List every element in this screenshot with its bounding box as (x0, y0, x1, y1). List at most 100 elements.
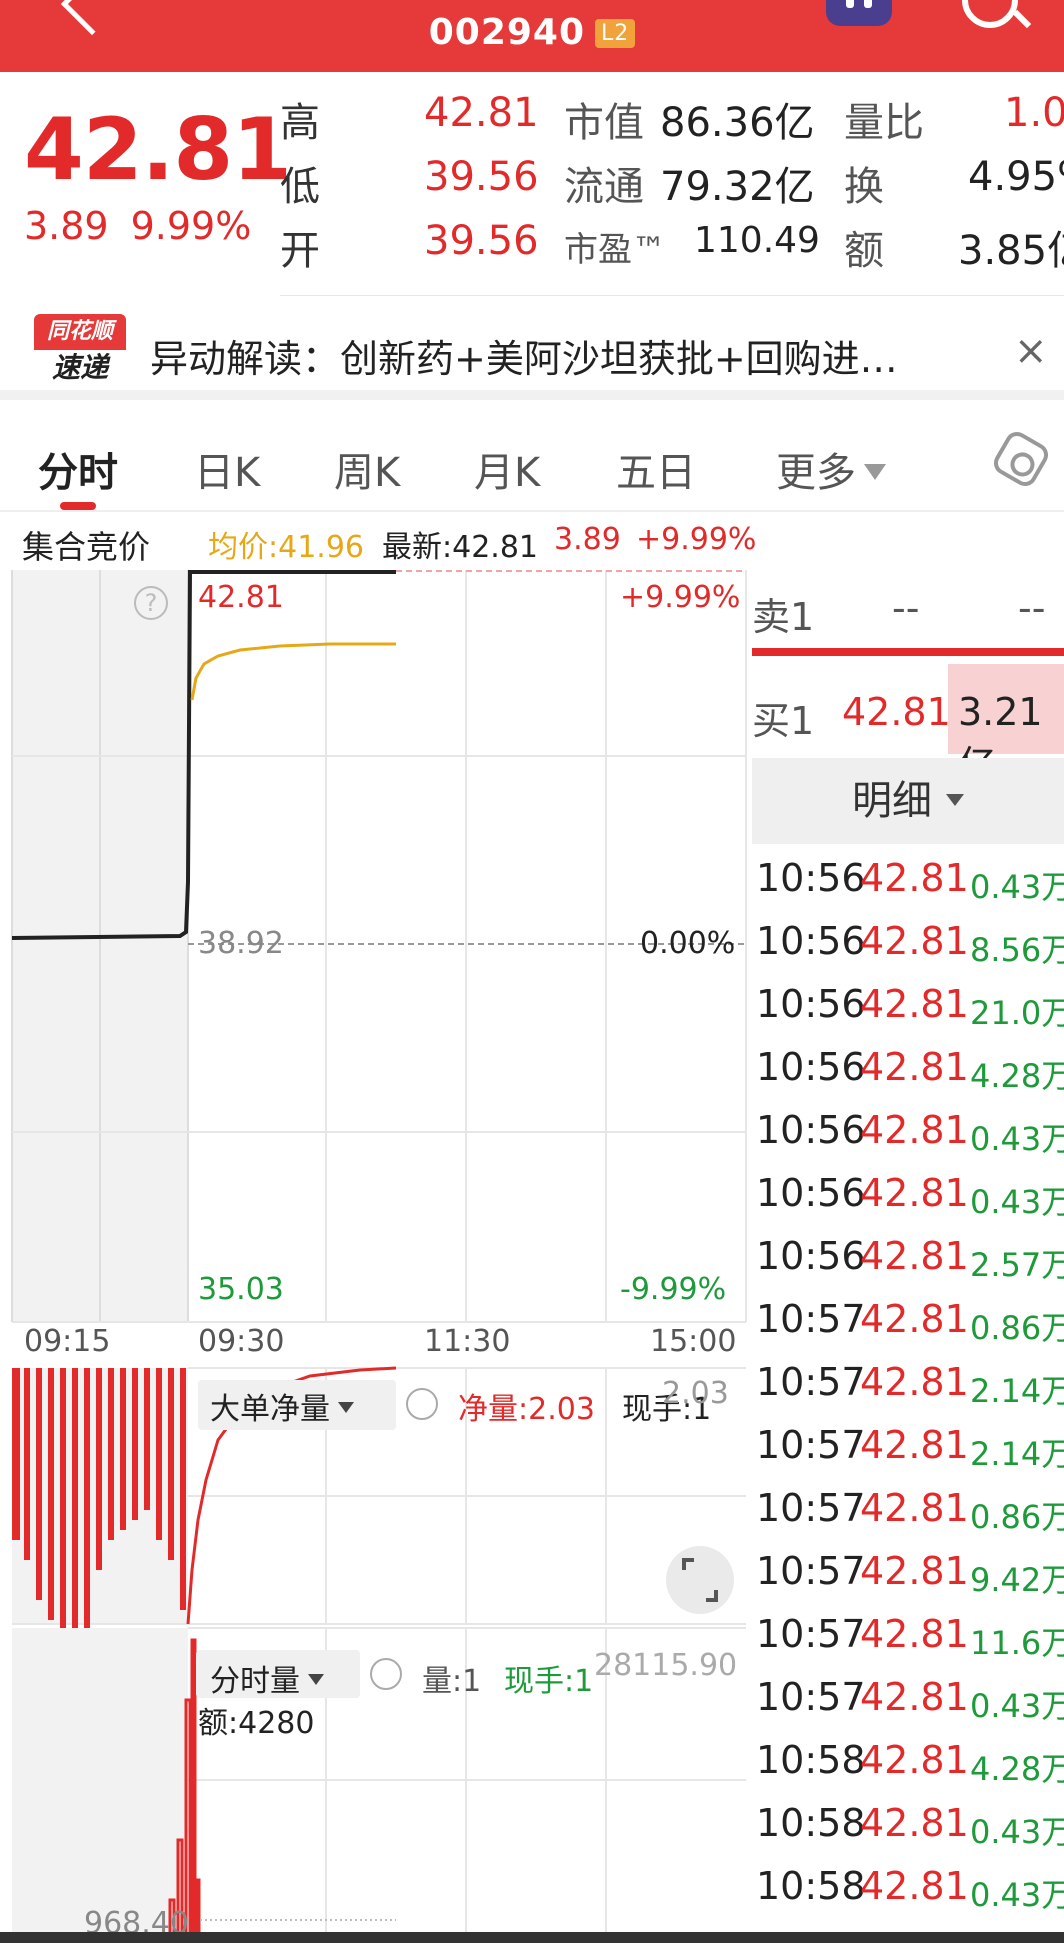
tab-daily-k[interactable]: 日K (194, 440, 260, 498)
chevron-down-icon (864, 464, 886, 480)
volume-amount: 额:4280 (198, 1706, 315, 1741)
volume-ratio-value: 1.03 (1004, 90, 1064, 136)
help-icon[interactable]: ? (134, 586, 168, 620)
intraday-chart[interactable]: 42.81 +9.99% 38.92 0.00% 35.03 -9.99% ? … (0, 560, 748, 1943)
close-icon[interactable]: × (1014, 328, 1048, 374)
help-icon (370, 1658, 402, 1690)
price-change: 3.89 9.99% (24, 204, 273, 248)
tab-more[interactable]: 更多 (776, 440, 886, 498)
auction-area-bg (12, 1628, 188, 1943)
tick-price: 42.81 (860, 1801, 969, 1845)
net-axis-value: 2.03 (662, 1376, 729, 1411)
price-grid (11, 570, 747, 1323)
tick-time: 10:57 (756, 1675, 866, 1719)
tick-price: 42.81 (860, 982, 969, 1026)
tick-price: 42.81 (860, 919, 969, 963)
system-nav-bar (0, 1932, 1064, 1943)
tick-price: 42.81 (860, 1423, 969, 1467)
top-bar: 002940 L2 (0, 0, 1064, 72)
market-cap-value: 86.36亿 (660, 100, 815, 146)
tick-time: 10:57 (756, 1612, 866, 1656)
tick-time: 10:57 (756, 1360, 866, 1404)
help-icon (406, 1388, 438, 1420)
pct-bot: -9.99% (620, 1272, 727, 1307)
volume-ratio-label: 量比 (844, 100, 924, 146)
tick-price: 42.81 (860, 1612, 969, 1656)
low-label: 低 (280, 164, 320, 210)
stock-code-title: 002940 L2 (0, 12, 1064, 53)
tick-price: 42.81 (860, 1171, 969, 1215)
open-value: 39.56 (424, 218, 539, 264)
chevron-down-icon (946, 794, 964, 806)
info-change-pct: +9.99% (636, 522, 757, 557)
sell-level-1[interactable]: 卖1 -- -- (752, 560, 1064, 656)
tick-time: 10:56 (756, 919, 866, 963)
tick-volume: 0.43万 (970, 1183, 1064, 1221)
robot-assistant-icon[interactable] (826, 0, 892, 26)
chart-info-line: 集合竞价 均价:41.96 最新:42.81 3.89 +9.99% (0, 522, 760, 566)
news-banner[interactable]: 同花顺 速递 异动解读：创新药+美阿沙坦获批+回购进… × (0, 300, 1064, 400)
tick-time: 10:56 (756, 1171, 866, 1215)
tick-volume: 0.86万 (970, 1498, 1064, 1536)
avg-price-line (190, 642, 396, 701)
tick-time: 10:56 (756, 1234, 866, 1278)
quote-row-open: 开 39.56 市盈™ 110.49 额 3.85亿 (280, 218, 1064, 278)
price-bot: 35.03 (198, 1272, 284, 1307)
tick-volume: 0.86万 (970, 1309, 1064, 1347)
chart-tabs: 分时 日K 周K 月K 五日 更多 (0, 410, 1064, 512)
quote-row-low: 低 39.56 流通 79.32亿 换 4.95% (280, 154, 1064, 214)
pe-label: 市盈™ (564, 230, 666, 270)
tick-volume: 0.43万 (970, 868, 1064, 906)
volume-label: 分时量 (210, 1664, 300, 1699)
tick-volume: 0.43万 (970, 1876, 1064, 1914)
tick-volume: 8.56万 (970, 931, 1064, 969)
buy-price: 42.81 (842, 690, 951, 734)
tick-time: 10:56 (756, 856, 866, 900)
logo-bottom-text: 速递 (51, 351, 108, 384)
buy-label: 买1 (752, 699, 815, 743)
tab-monthly-k[interactable]: 月K (474, 440, 540, 498)
open-label: 开 (280, 228, 320, 274)
volume-selector[interactable]: 分时量 (210, 1656, 324, 1700)
tick-price: 42.81 (860, 1675, 969, 1719)
tick-time: 10:56 (756, 1108, 866, 1152)
pe-value: 110.49 (694, 220, 820, 261)
tick-volume: 4.28万 (970, 1750, 1064, 1788)
info-change: 3.89 (554, 522, 621, 557)
tick-price: 42.81 (860, 1108, 969, 1152)
tick-time: 10:57 (756, 1297, 866, 1341)
tab-intraday[interactable]: 分时 (38, 440, 118, 498)
turnover-label: 换 (844, 164, 884, 210)
amount-value: 3.85亿 (958, 228, 1064, 274)
net-volume-selector[interactable]: 大单净量 (210, 1384, 354, 1428)
sell-price: -- (892, 586, 920, 630)
tab-five-day[interactable]: 五日 (616, 440, 696, 498)
news-text[interactable]: 异动解读：创新药+美阿沙坦获批+回购进… (150, 328, 970, 383)
news-logo: 同花顺 速递 (34, 314, 126, 386)
high-label: 高 (280, 100, 320, 146)
tick-time: 10:58 (756, 1864, 866, 1908)
tick-time: 10:56 (756, 1045, 866, 1089)
price-top: 42.81 (198, 580, 284, 615)
expand-button-bg (666, 1546, 734, 1614)
logo-top-text: 同花顺 (34, 314, 126, 350)
time-label-1130: 11:30 (424, 1324, 511, 1359)
high-value: 42.81 (424, 90, 539, 136)
chevron-down-icon (338, 1402, 354, 1413)
price-mid: 38.92 (198, 926, 284, 961)
volume-value: 量:1 (422, 1664, 482, 1699)
sell-label: 卖1 (752, 595, 815, 639)
net-volume-value: 净量:2.03 (458, 1392, 595, 1427)
last-price: 42.81 (24, 100, 292, 200)
tick-price: 42.81 (860, 856, 969, 900)
active-tab-indicator (60, 502, 96, 510)
tick-time: 10:57 (756, 1549, 866, 1593)
quote-row-high: 高 42.81 市值 86.36亿 量比 1.03 (280, 90, 1064, 150)
tab-weekly-k[interactable]: 周K (334, 440, 400, 498)
detail-selector[interactable]: 明细 (752, 758, 1064, 844)
level-badge[interactable]: L2 (595, 19, 636, 48)
tick-price: 42.81 (860, 1297, 969, 1341)
tick-volume: 21.0万 (970, 994, 1064, 1032)
pct-mid: 0.00% (640, 926, 736, 961)
buy-level-1[interactable]: 买1 42.81 3.21亿 (752, 664, 1064, 787)
